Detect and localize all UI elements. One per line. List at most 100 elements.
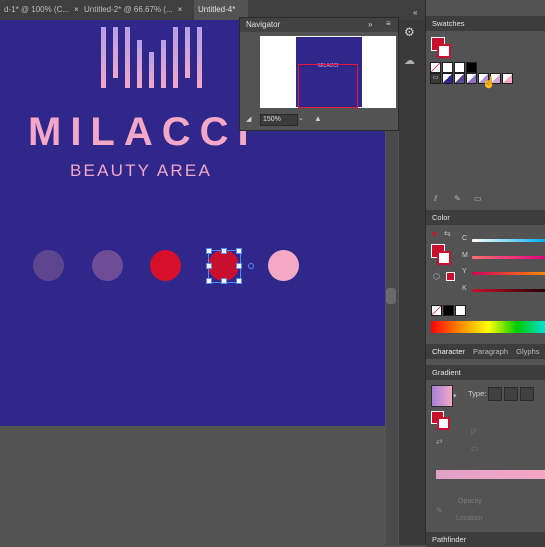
gear-icon[interactable]: ⚙ xyxy=(404,25,418,39)
gradient-type-label: Type: xyxy=(468,389,487,398)
swatch-lavender[interactable] xyxy=(466,73,477,84)
swatches-title: Swatches xyxy=(432,19,465,28)
tab-close-icon[interactable]: × xyxy=(178,5,183,14)
character-panel-tabs: Character Paragraph Glyphs xyxy=(426,344,545,359)
color-dot-3[interactable] xyxy=(150,250,181,281)
resize-handle[interactable] xyxy=(236,263,242,269)
collapse-dock-icon[interactable]: « xyxy=(413,8,417,17)
angle-icon[interactable]: ◸ xyxy=(471,427,477,436)
zoom-in-icon[interactable]: ▲ xyxy=(314,114,322,123)
eyedropper-icon[interactable]: ✎ xyxy=(436,506,443,515)
linear-gradient-button[interactable] xyxy=(488,387,502,401)
swatch-pink[interactable] xyxy=(502,73,513,84)
logo-bar[interactable] xyxy=(113,27,118,78)
tab-label: Untitled-4* xyxy=(198,5,236,14)
navigator-title: Navigator xyxy=(246,20,281,29)
scrollbar-thumb[interactable] xyxy=(386,288,396,304)
gradient-panel-header[interactable]: Gradient xyxy=(426,365,545,380)
resize-handle[interactable] xyxy=(221,248,227,254)
out-of-gamut-icon[interactable]: ⬡ xyxy=(433,272,440,281)
collapse-icon[interactable]: » xyxy=(368,20,372,29)
radial-gradient-button[interactable] xyxy=(504,387,518,401)
aspect-ratio-icon[interactable]: ▭ xyxy=(471,444,479,453)
swatch-white[interactable] xyxy=(454,62,465,73)
white-color-chip[interactable] xyxy=(455,305,466,316)
zoom-level-field[interactable]: 150% xyxy=(260,114,298,126)
navigator-view-box[interactable] xyxy=(298,64,358,108)
folder-icon[interactable]: ▭ xyxy=(430,73,441,84)
magenta-slider[interactable] xyxy=(472,256,545,259)
gradient-dropdown-icon[interactable]: ▾ xyxy=(453,392,457,400)
yellow-slider[interactable] xyxy=(472,272,545,275)
cyan-slider[interactable] xyxy=(472,239,545,242)
navigator-preview[interactable]: MILACCI xyxy=(260,36,396,108)
swap-colors-icon[interactable]: ⇆ xyxy=(444,229,451,238)
logo-bar[interactable] xyxy=(137,40,142,88)
channel-label-k: K xyxy=(462,285,467,292)
tab-document-2[interactable]: Untitled-2* @ 66.67% (... × xyxy=(80,0,196,20)
color-spectrum-bar[interactable] xyxy=(431,321,545,333)
color-dot-2[interactable] xyxy=(92,250,123,281)
logo-bar[interactable] xyxy=(173,27,178,88)
swatch-row-1 xyxy=(430,62,477,73)
resize-handle[interactable] xyxy=(206,278,212,284)
gamut-color-swatch[interactable] xyxy=(446,272,455,281)
new-color-group-icon[interactable]: ▭ xyxy=(474,194,482,203)
tab-glyphs[interactable]: Glyphs xyxy=(510,347,539,356)
tab-character[interactable]: Character xyxy=(426,347,465,356)
logo-bar[interactable] xyxy=(185,27,190,78)
logo-bar[interactable] xyxy=(125,27,130,88)
gradient-stroke-swatch[interactable] xyxy=(437,417,450,430)
logo-bar[interactable] xyxy=(161,40,166,88)
black-color-chip[interactable] xyxy=(443,305,454,316)
color-stroke-swatch[interactable] xyxy=(437,251,451,265)
swatch-options-icon[interactable]: ✎ xyxy=(454,194,461,203)
logo-bar[interactable] xyxy=(197,27,202,88)
freeform-gradient-button[interactable] xyxy=(520,387,534,401)
swatch-libraries-icon[interactable]: ⫽ xyxy=(434,194,438,204)
resize-handle[interactable] xyxy=(221,278,227,284)
gradient-opacity-label: Opacity xyxy=(458,498,482,505)
chevron-down-icon[interactable]: ⌄ xyxy=(298,114,304,122)
swatch-black[interactable] xyxy=(466,62,477,73)
swatches-panel-header[interactable]: Swatches xyxy=(426,16,545,31)
channel-label-y: Y xyxy=(462,268,467,275)
panels-column: Swatches ▭ ☝ ⫽ ✎ ▭ Color ■ ⇆ ⬡ C M Y K C… xyxy=(425,0,545,547)
logo-bar[interactable] xyxy=(149,52,154,88)
resize-handle[interactable] xyxy=(206,263,212,269)
tab-document-1[interactable]: d-1* @ 100% (C... × xyxy=(0,0,80,20)
tagline-text[interactable]: BEAUTY AREA xyxy=(70,161,212,181)
color-panel-header[interactable]: Color xyxy=(426,210,545,225)
pathfinder-title: Pathfinder xyxy=(432,535,467,544)
stroke-swatch[interactable] xyxy=(437,44,451,58)
gradient-preview-swatch[interactable] xyxy=(431,385,453,407)
libraries-icon[interactable]: ☁ xyxy=(404,54,415,67)
swatch-none[interactable] xyxy=(430,62,441,73)
tab-close-icon[interactable]: × xyxy=(74,5,79,14)
center-point-widget[interactable] xyxy=(248,263,254,269)
panel-menu-icon[interactable]: ≡ xyxy=(386,19,391,28)
resize-handle[interactable] xyxy=(236,278,242,284)
navigator-panel: Navigator » ≡ MILACCI ◢ 150% ⌄ ▲ xyxy=(239,17,399,131)
zoom-out-icon[interactable]: ◢ xyxy=(246,115,251,123)
resize-handle[interactable] xyxy=(206,248,212,254)
resize-handle[interactable] xyxy=(236,248,242,254)
color-dot-5[interactable] xyxy=(268,250,299,281)
gradient-slider[interactable] xyxy=(436,470,545,479)
swatch-navy[interactable] xyxy=(442,73,453,84)
navigator-header[interactable]: Navigator » ≡ xyxy=(240,18,398,32)
reverse-gradient-icon[interactable]: ⇄ xyxy=(436,437,443,446)
channel-label-c: C xyxy=(462,235,468,242)
color-dot-1[interactable] xyxy=(33,250,64,281)
channel-label-m: M xyxy=(462,252,468,259)
black-slider[interactable] xyxy=(472,289,545,292)
swatch-purple[interactable] xyxy=(454,73,465,84)
tab-label: Untitled-2* @ 66.67% (... xyxy=(84,5,173,14)
color-title: Color xyxy=(432,213,450,222)
tab-paragraph[interactable]: Paragraph xyxy=(467,347,508,356)
logo-bar[interactable] xyxy=(101,27,106,88)
none-color-icon[interactable] xyxy=(431,305,442,316)
gradient-title: Gradient xyxy=(432,368,461,377)
swatch-registration[interactable] xyxy=(442,62,453,73)
default-colors-icon[interactable]: ■ xyxy=(432,231,436,238)
